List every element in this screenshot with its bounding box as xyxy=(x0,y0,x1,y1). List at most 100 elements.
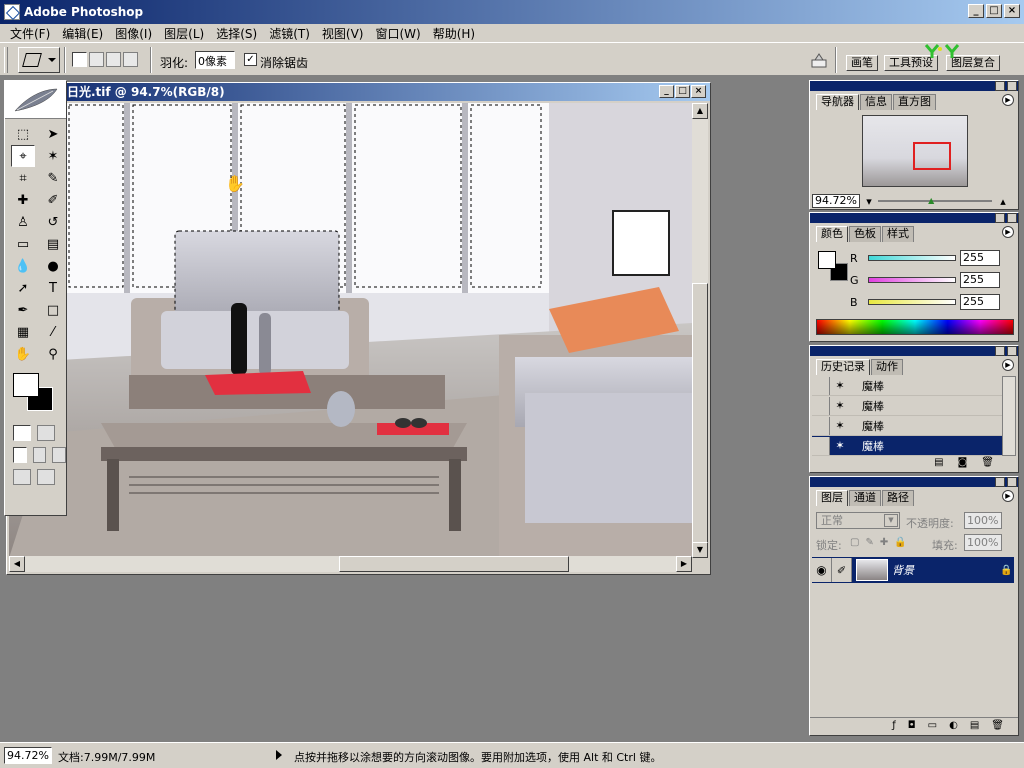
fill-field[interactable]: 100% xyxy=(964,534,1002,551)
full-screen-menu-button[interactable] xyxy=(32,447,47,463)
notes-tool-icon[interactable]: ▦ xyxy=(11,321,35,343)
zoom-slider[interactable]: ▲ xyxy=(878,196,992,205)
navigator-thumbnail[interactable] xyxy=(862,115,968,187)
polygonal-lasso-tool-icon[interactable]: ⌖ xyxy=(11,145,35,167)
intersect-selection-button[interactable] xyxy=(123,52,138,67)
panel-header[interactable] xyxy=(810,81,1018,91)
r-value-field[interactable]: 255 xyxy=(960,250,1000,266)
history-source-checkbox[interactable] xyxy=(812,376,830,395)
document-vertical-scrollbar[interactable]: ▲ ▼ xyxy=(692,103,708,558)
doc-close-button[interactable]: × xyxy=(691,85,706,98)
slice-tool-icon[interactable]: ✎ xyxy=(41,167,65,189)
layer-mask-icon[interactable]: ◘ xyxy=(908,718,916,735)
dodge-tool-icon[interactable]: ● xyxy=(41,255,65,277)
tab-layers[interactable]: 图层 xyxy=(816,490,848,506)
tab-styles[interactable]: 样式 xyxy=(882,226,914,242)
panel-minimize-button[interactable] xyxy=(995,346,1005,356)
history-item[interactable]: ✶ 魔棒 xyxy=(812,376,1004,396)
new-snapshot-icon[interactable]: ◙ xyxy=(958,457,968,468)
tab-channels[interactable]: 通道 xyxy=(849,490,881,506)
add-selection-button[interactable] xyxy=(89,52,104,67)
tab-color[interactable]: 颜色 xyxy=(816,226,848,242)
move-tool-icon[interactable]: ➤ xyxy=(41,123,65,145)
palette-well-tab-brushes[interactable]: 画笔 xyxy=(846,55,878,71)
tab-history[interactable]: 历史记录 xyxy=(816,359,870,375)
panel-menu-button[interactable]: ▶ xyxy=(1002,94,1014,106)
tab-histogram[interactable]: 直方图 xyxy=(893,94,936,110)
panel-close-button[interactable] xyxy=(1007,346,1017,356)
panel-minimize-button[interactable] xyxy=(995,81,1005,91)
scroll-down-button[interactable]: ▼ xyxy=(692,542,708,558)
delete-icon[interactable]: 🗑 xyxy=(981,457,994,468)
new-layer-icon[interactable]: ▤ xyxy=(970,718,979,735)
hand-tool-icon[interactable]: ✋ xyxy=(11,343,35,365)
panel-menu-button[interactable]: ▶ xyxy=(1002,359,1014,371)
history-source-checkbox[interactable] xyxy=(812,436,830,455)
history-item[interactable]: ✶ 魔棒 xyxy=(812,396,1004,416)
tab-actions[interactable]: 动作 xyxy=(871,359,903,375)
history-item-selected[interactable]: ✶ 魔棒 xyxy=(812,436,1004,456)
panel-close-button[interactable] xyxy=(1007,477,1017,487)
history-item[interactable]: ✶ 魔棒 xyxy=(812,416,1004,436)
standard-screen-button[interactable] xyxy=(13,447,27,463)
maximize-button[interactable]: □ xyxy=(986,4,1002,18)
tab-info[interactable]: 信息 xyxy=(860,94,892,110)
lock-icons[interactable]: ▢✎✚🔒 xyxy=(850,537,913,548)
close-button[interactable]: × xyxy=(1004,4,1020,18)
document-canvas[interactable]: ✋ xyxy=(9,103,692,558)
navigator-zoom-field[interactable]: 94.72% xyxy=(812,194,860,208)
path-selection-tool-icon[interactable]: ➚ xyxy=(11,277,35,299)
menu-select[interactable]: 选择(S) xyxy=(210,25,263,42)
status-menu-arrow-icon[interactable] xyxy=(276,750,282,760)
new-group-icon[interactable]: ▭ xyxy=(928,718,937,735)
feather-input[interactable]: 0像素 xyxy=(195,51,235,69)
zoom-out-icon[interactable]: ▾ xyxy=(860,195,878,208)
healing-brush-tool-icon[interactable]: ✚ xyxy=(11,189,35,211)
tab-navigator[interactable]: 导航器 xyxy=(816,94,859,110)
subtract-selection-button[interactable] xyxy=(106,52,121,67)
zoom-in-icon[interactable]: ▴ xyxy=(992,195,1014,208)
g-slider[interactable] xyxy=(868,277,956,283)
eye-icon[interactable]: ◉ xyxy=(812,558,832,582)
new-document-icon[interactable]: ▤ xyxy=(934,457,943,468)
tab-swatches[interactable]: 色板 xyxy=(849,226,881,242)
gradient-tool-icon[interactable]: ▤ xyxy=(41,233,65,255)
options-grip[interactable] xyxy=(4,47,8,73)
quick-mask-button[interactable] xyxy=(37,425,55,441)
foreground-color[interactable] xyxy=(13,373,39,397)
layer-row-background[interactable]: ◉ ✐ 背景 🔒 xyxy=(812,557,1014,583)
shape-tool-icon[interactable]: □ xyxy=(41,299,65,321)
menu-view[interactable]: 视图(V) xyxy=(316,25,370,42)
panel-header[interactable] xyxy=(810,213,1018,223)
eraser-tool-icon[interactable]: ▭ xyxy=(11,233,35,255)
tab-paths[interactable]: 路径 xyxy=(882,490,914,506)
blur-tool-icon[interactable]: 💧 xyxy=(11,255,35,277)
edit-in-imageready-button[interactable] xyxy=(37,469,55,485)
panel-minimize-button[interactable] xyxy=(995,477,1005,487)
layer-style-icon[interactable]: ƒ xyxy=(892,718,896,735)
color-foreground-swatch[interactable] xyxy=(818,251,836,269)
jump-to-imageready-button[interactable] xyxy=(13,469,31,485)
scroll-right-button[interactable]: ▶ xyxy=(676,556,692,572)
panel-close-button[interactable] xyxy=(1007,213,1017,223)
toolbox-header[interactable] xyxy=(5,81,66,119)
menu-window[interactable]: 窗口(W) xyxy=(369,25,426,42)
minimize-button[interactable]: _ xyxy=(968,4,984,18)
marquee-tool-icon[interactable]: ⬚ xyxy=(11,123,35,145)
panel-header[interactable] xyxy=(810,346,1018,356)
doc-minimize-button[interactable]: _ xyxy=(659,85,674,98)
b-value-field[interactable]: 255 xyxy=(960,294,1000,310)
zoom-slider-handle[interactable]: ▲ xyxy=(928,196,934,205)
b-slider[interactable] xyxy=(868,299,956,305)
r-slider[interactable] xyxy=(868,255,956,261)
delete-layer-icon[interactable]: 🗑 xyxy=(991,718,1004,735)
clone-stamp-tool-icon[interactable]: ♙ xyxy=(11,211,35,233)
panel-close-button[interactable] xyxy=(1007,81,1017,91)
menu-layer[interactable]: 图层(L) xyxy=(158,25,210,42)
opacity-field[interactable]: 100% xyxy=(964,512,1002,529)
panel-header[interactable] xyxy=(810,477,1018,487)
full-screen-button[interactable] xyxy=(52,447,67,463)
brush-palette-icon[interactable] xyxy=(810,51,828,69)
chevron-down-icon[interactable]: ▼ xyxy=(884,514,898,527)
tool-preset-picker[interactable] xyxy=(18,47,60,73)
